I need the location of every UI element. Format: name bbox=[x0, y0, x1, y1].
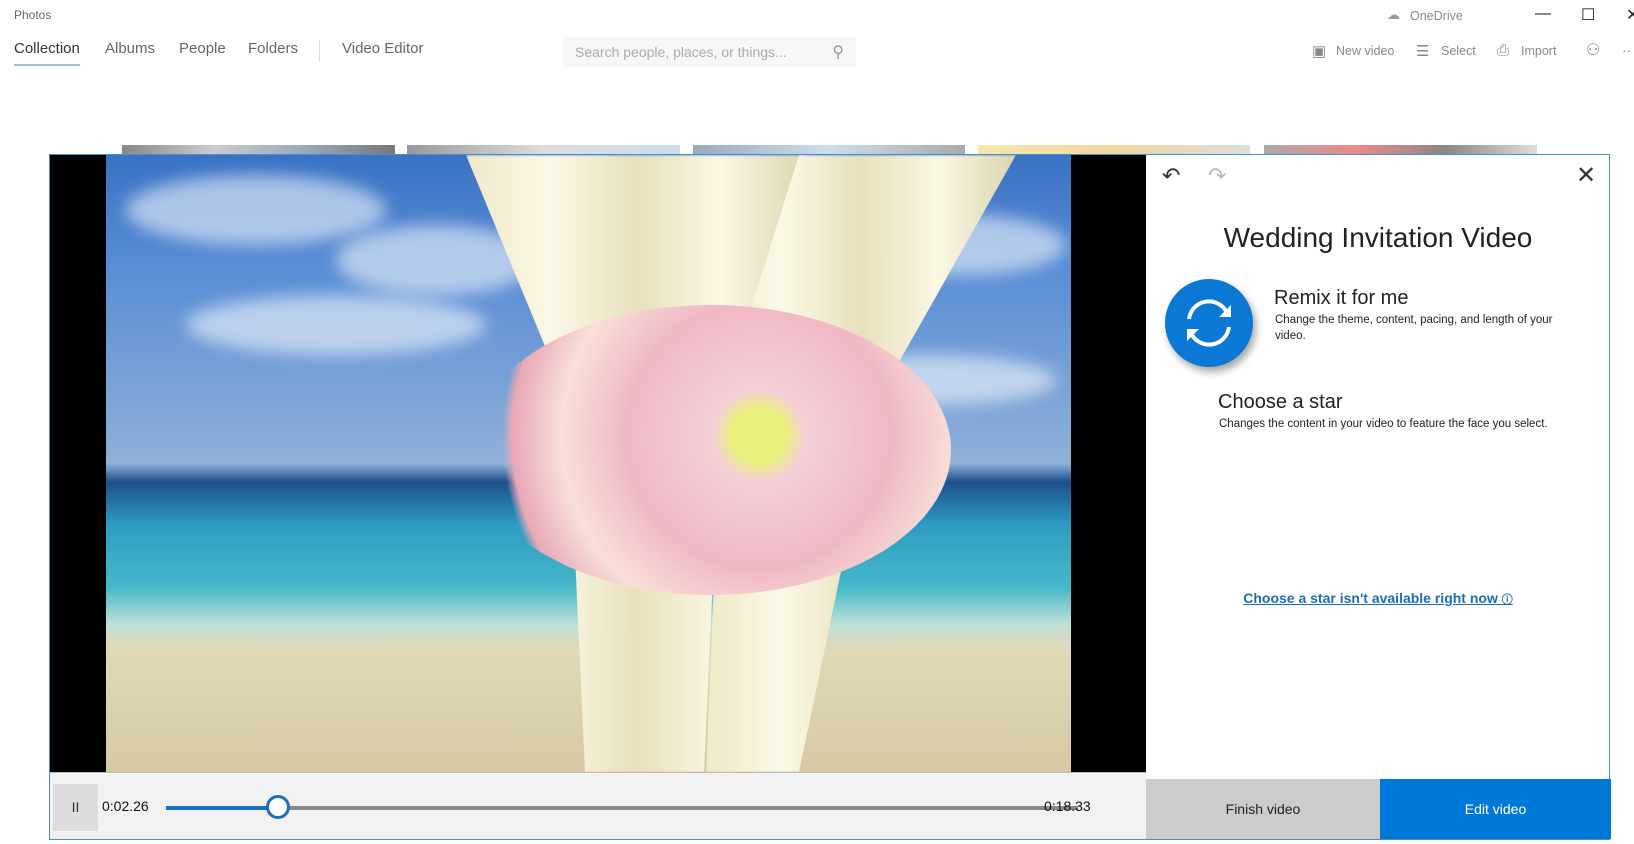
tab-people[interactable]: People bbox=[179, 40, 226, 57]
total-time: 0:18.33 bbox=[1044, 798, 1091, 814]
cloud-off-icon: ☁ bbox=[1387, 7, 1400, 22]
redo-icon[interactable]: ↷ bbox=[1208, 163, 1226, 189]
seek-progress bbox=[166, 806, 279, 810]
playback-bar: II 0:02.26 0:18.33 bbox=[50, 772, 1146, 839]
star-unavailable-link[interactable]: Choose a star isn't available right now … bbox=[1146, 590, 1610, 607]
tab-video-editor[interactable]: Video Editor bbox=[342, 40, 423, 57]
seek-slider[interactable] bbox=[166, 806, 1078, 810]
search-icon[interactable]: ⚲ bbox=[832, 42, 844, 62]
remix-button[interactable] bbox=[1165, 279, 1253, 367]
pause-button[interactable]: II bbox=[53, 784, 98, 831]
onedrive-button[interactable]: OneDrive bbox=[1410, 9, 1463, 23]
new-video-icon: ▣ bbox=[1312, 43, 1327, 60]
import-button[interactable]: Import bbox=[1521, 44, 1556, 58]
nav-divider bbox=[319, 40, 320, 62]
star-unavailable-text: Choose a star isn't available right now bbox=[1243, 590, 1498, 606]
info-icon: ⓘ bbox=[1501, 594, 1513, 606]
flower-bouquet bbox=[471, 305, 951, 595]
video-preview[interactable] bbox=[50, 155, 1146, 772]
undo-icon[interactable]: ↶ bbox=[1162, 163, 1180, 189]
side-panel: ↶ ↷ ✕ Wedding Invitation Video Remix it … bbox=[1146, 155, 1611, 839]
edit-video-button[interactable]: Edit video bbox=[1380, 779, 1611, 839]
tab-collection[interactable]: Collection bbox=[14, 40, 80, 57]
project-title: Wedding Invitation Video bbox=[1223, 222, 1533, 253]
select-button[interactable]: Select bbox=[1441, 44, 1476, 58]
close-icon[interactable]: ✕ bbox=[1576, 161, 1596, 190]
app-title: Photos bbox=[14, 8, 52, 22]
remix-title[interactable]: Remix it for me bbox=[1274, 287, 1408, 310]
refresh-icon bbox=[1187, 299, 1231, 347]
maximize-button[interactable]: ☐ bbox=[1581, 5, 1595, 25]
tab-albums[interactable]: Albums bbox=[105, 40, 155, 57]
select-icon: ☰ bbox=[1416, 43, 1430, 60]
video-frame-image bbox=[106, 155, 1071, 772]
more-options-icon[interactable]: ·· bbox=[1622, 42, 1631, 58]
search-placeholder: Search people, places, or things... bbox=[575, 44, 787, 60]
remix-description: Change the theme, content, pacing, and l… bbox=[1275, 314, 1553, 342]
video-dialog: II 0:02.26 0:18.33 ↶ ↷ ✕ Wedding Invitat… bbox=[49, 154, 1611, 840]
finish-video-button[interactable]: Finish video bbox=[1146, 779, 1380, 839]
choose-star-title: Choose a star bbox=[1218, 391, 1343, 413]
new-video-button[interactable]: New video bbox=[1336, 44, 1394, 58]
add-person-icon[interactable]: ⚇ bbox=[1586, 40, 1600, 60]
current-time: 0:02.26 bbox=[102, 798, 149, 814]
choose-star-description: Changes the content in your video to fea… bbox=[1219, 418, 1548, 430]
active-tab-indicator bbox=[14, 64, 80, 66]
minimize-button[interactable]: — bbox=[1535, 5, 1551, 23]
close-window-button[interactable]: ✕ bbox=[1626, 5, 1634, 25]
tab-folders[interactable]: Folders bbox=[248, 40, 298, 57]
search-input[interactable]: Search people, places, or things... ⚲ bbox=[563, 37, 856, 67]
seek-thumb[interactable] bbox=[266, 795, 291, 819]
import-icon: ⎙ bbox=[1497, 42, 1510, 59]
